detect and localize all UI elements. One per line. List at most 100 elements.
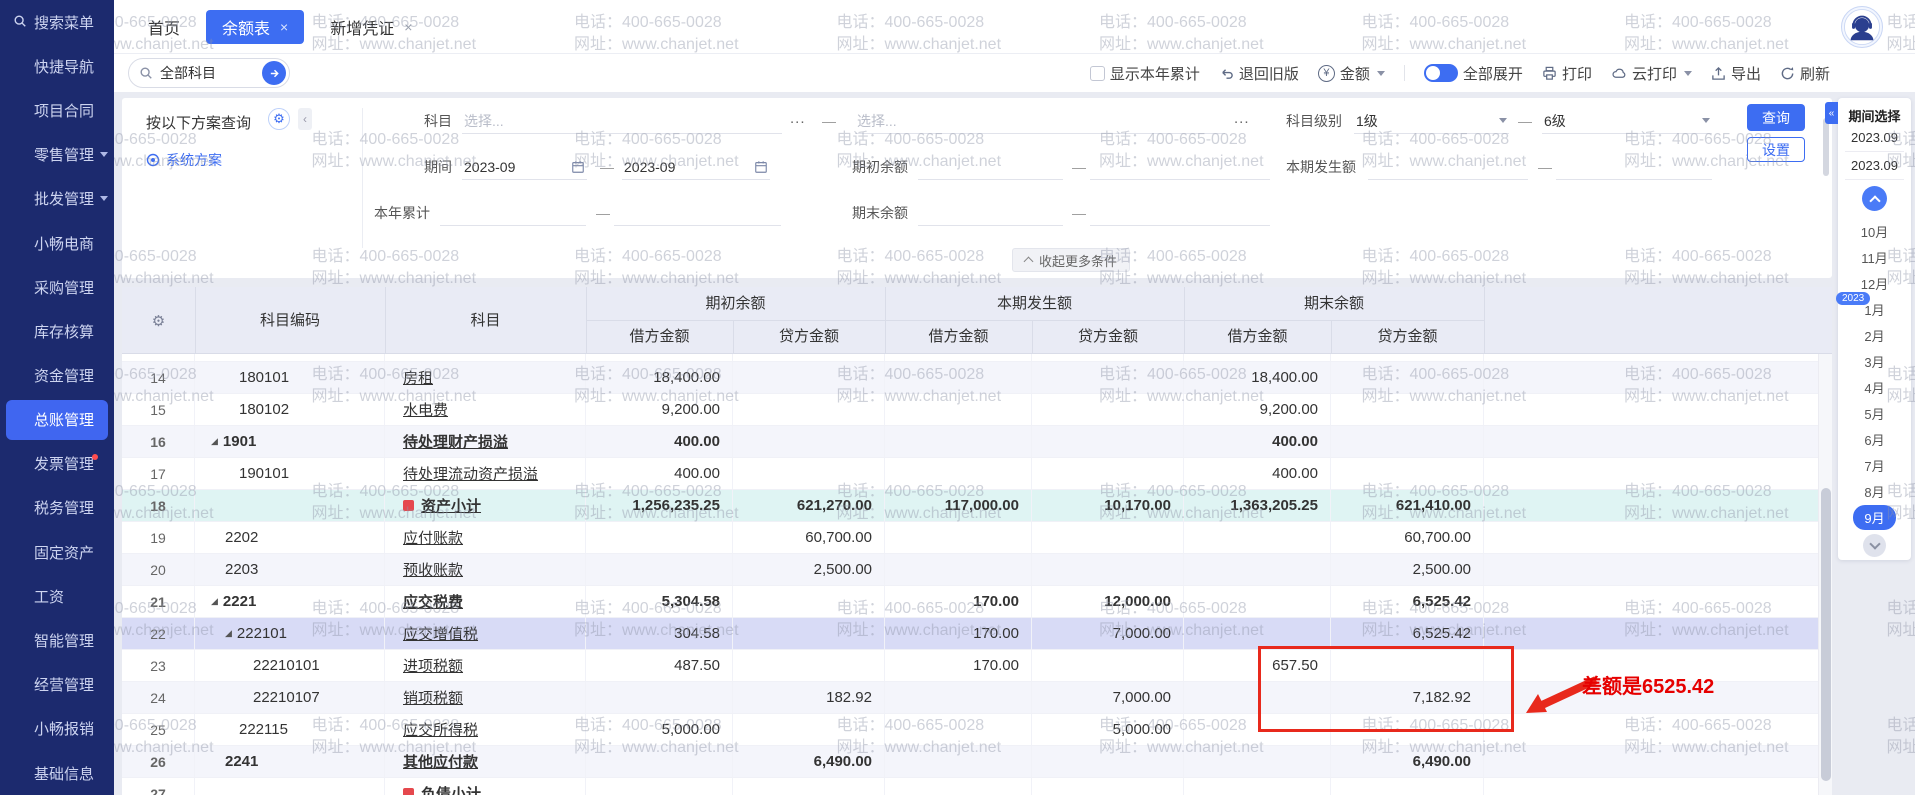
expand-all-toggle[interactable]: 全部展开 <box>1424 63 1523 84</box>
year-from-input[interactable] <box>440 200 586 226</box>
search-go-button[interactable] <box>262 61 286 85</box>
sidebar-item[interactable]: 总账管理 <box>6 400 108 440</box>
month-item[interactable]: 2月 <box>1838 322 1911 348</box>
table-row[interactable]: 16◢1901待处理财产损溢400.00400.00 <box>122 426 1818 458</box>
sidebar-item[interactable]: 零售管理 <box>0 133 114 177</box>
account-link[interactable]: 资产小计 <box>421 495 481 516</box>
month-item[interactable]: 10月 <box>1838 218 1911 244</box>
level-to-select[interactable]: 6级 <box>1542 108 1712 134</box>
period-to-value[interactable]: 2023.09 <box>1845 158 1904 180</box>
account-link[interactable]: 销项税额 <box>403 687 463 708</box>
account-link[interactable]: 待处理流动资产损溢 <box>403 463 538 484</box>
expand-triangle-icon[interactable]: ◢ <box>225 628 232 639</box>
sidebar-item[interactable]: 经营管理 <box>0 663 114 707</box>
opening-from-input[interactable] <box>918 154 1063 180</box>
sidebar-item[interactable]: 工资 <box>0 574 114 618</box>
sidebar-item[interactable]: 快捷导航 <box>0 44 114 88</box>
collapse-scheme-icon[interactable]: ‹ <box>298 108 312 130</box>
table-row[interactable]: 18资产小计1,256,235.25621,270.00117,000.0010… <box>122 490 1818 522</box>
sidebar-item[interactable]: 采购管理 <box>0 265 114 309</box>
sidebar-item[interactable]: 搜索菜单 <box>0 0 114 44</box>
export-button[interactable]: 导出 <box>1711 63 1761 84</box>
ending-from-input[interactable] <box>918 200 1063 226</box>
subject-from-more-button[interactable]: ... <box>790 108 806 134</box>
sidebar-item[interactable]: 批发管理 <box>0 177 114 221</box>
scrollbar-thumb[interactable] <box>1823 118 1829 176</box>
sidebar-item[interactable]: 小畅电商 <box>0 221 114 265</box>
table-scrollbar[interactable] <box>1818 354 1832 795</box>
table-row[interactable]: 25222115应交所得税5,000.005,000.00 <box>122 714 1818 746</box>
subject-to-more-button[interactable]: ... <box>1234 108 1250 134</box>
tab[interactable]: 余额表× <box>206 10 304 44</box>
tab-close-icon[interactable]: × <box>404 19 412 35</box>
account-link[interactable]: 预收账款 <box>403 559 463 580</box>
table-row[interactable]: 21◢2221应交税费5,304.58170.0012,000.006,525.… <box>122 586 1818 618</box>
level-from-select[interactable]: 1级 <box>1354 108 1509 134</box>
sidebar-item[interactable]: 基础信息 <box>0 751 114 795</box>
opening-to-input[interactable] <box>1090 154 1270 180</box>
account-link[interactable]: 水电费 <box>403 399 448 420</box>
panel-collapse-icon[interactable]: « <box>1825 102 1838 124</box>
sidebar-item[interactable]: 发票管理 <box>0 442 114 486</box>
sidebar-item[interactable]: 固定资产 <box>0 530 114 574</box>
table-row[interactable]: 17190101待处理流动资产损溢400.00400.00 <box>122 458 1818 490</box>
table-row[interactable]: 202203预收账款2,500.002,500.00 <box>122 554 1818 586</box>
show-year-total-checkbox[interactable]: 显示本年累计 <box>1090 63 1200 84</box>
account-link[interactable]: 应交所得税 <box>403 719 478 740</box>
scroll-down-button[interactable] <box>1863 534 1886 557</box>
current-to-input[interactable] <box>1556 154 1712 180</box>
sidebar-item[interactable]: 小畅报销 <box>0 707 114 751</box>
back-old-version-button[interactable]: 退回旧版 <box>1219 63 1299 84</box>
account-link[interactable]: 应交增值税 <box>403 623 478 644</box>
month-item[interactable]: 7月 <box>1838 452 1911 478</box>
account-link[interactable]: 长期待摊费用 <box>403 354 493 356</box>
print-button[interactable]: 打印 <box>1542 63 1592 84</box>
support-avatar[interactable] <box>1841 6 1883 48</box>
expand-triangle-icon[interactable]: ◢ <box>211 436 218 447</box>
sidebar-item[interactable]: 资金管理 <box>0 354 114 398</box>
table-row[interactable]: 192202应付账款60,700.0060,700.00 <box>122 522 1818 554</box>
table-row[interactable]: 2322210101进项税额487.50170.00657.50 <box>122 650 1818 682</box>
table-row[interactable]: 2422210107销项税额182.927,000.007,182.92 <box>122 682 1818 714</box>
tab[interactable]: 首页 <box>132 10 196 44</box>
cloud-print-dropdown[interactable]: 云打印 <box>1611 63 1692 84</box>
month-item[interactable]: 4月 <box>1838 374 1911 400</box>
year-to-input[interactable] <box>614 200 781 226</box>
expand-triangle-icon[interactable]: ◢ <box>211 596 218 607</box>
toggle-icon[interactable] <box>1424 64 1458 82</box>
month-item[interactable]: 5月 <box>1838 400 1911 426</box>
subject-to-input[interactable]: 选择... <box>855 108 1225 134</box>
month-item[interactable]: 9月 <box>1838 504 1911 530</box>
collapse-conditions-button[interactable]: 收起更多条件 <box>1012 248 1130 272</box>
month-item[interactable]: 3月 <box>1838 348 1911 374</box>
table-row[interactable]: 13◢1801长期待摊费用27,600.0027,600.00 <box>122 354 1818 362</box>
account-link[interactable]: 其他应付款 <box>403 751 478 772</box>
current-from-input[interactable] <box>1368 154 1528 180</box>
table-row[interactable]: 262241其他应付款6,490.006,490.00 <box>122 746 1818 778</box>
sidebar-item[interactable]: 智能管理 <box>0 618 114 662</box>
settings-button[interactable]: 设置 <box>1747 137 1805 162</box>
checkbox-icon[interactable] <box>1090 66 1105 81</box>
account-link[interactable]: 应付账款 <box>403 527 463 548</box>
ending-to-input[interactable] <box>1090 200 1270 226</box>
sidebar-item[interactable]: 税务管理 <box>0 486 114 530</box>
month-item[interactable]: 8月 <box>1838 478 1911 504</box>
filter-scrollbar[interactable] <box>1822 106 1830 266</box>
account-link[interactable]: 房租 <box>403 367 433 388</box>
table-row[interactable]: 27负债小计 <box>122 778 1818 795</box>
period-from-datepicker[interactable]: 2023-09 <box>462 154 587 180</box>
account-link[interactable]: 进项税额 <box>403 655 463 676</box>
query-button[interactable]: 查询 <box>1747 104 1805 131</box>
sidebar-item[interactable]: 项目合同 <box>0 88 114 132</box>
tab-close-icon[interactable]: × <box>280 19 288 35</box>
table-row[interactable]: 15180102水电费9,200.009,200.00 <box>122 394 1818 426</box>
scroll-up-button[interactable] <box>1862 186 1887 211</box>
period-from-value[interactable]: 2023.09 <box>1845 130 1904 152</box>
sidebar-item[interactable]: 库存核算 <box>0 309 114 353</box>
month-item[interactable]: 6月 <box>1838 426 1911 452</box>
subject-search-box[interactable]: 全部科目 <box>128 58 290 88</box>
table-row[interactable]: 14180101房租18,400.0018,400.00 <box>122 362 1818 394</box>
account-link[interactable]: 待处理财产损溢 <box>403 431 508 452</box>
system-scheme-link[interactable]: 系统方案 <box>146 150 222 170</box>
period-to-datepicker[interactable]: 2023-09 <box>622 154 770 180</box>
